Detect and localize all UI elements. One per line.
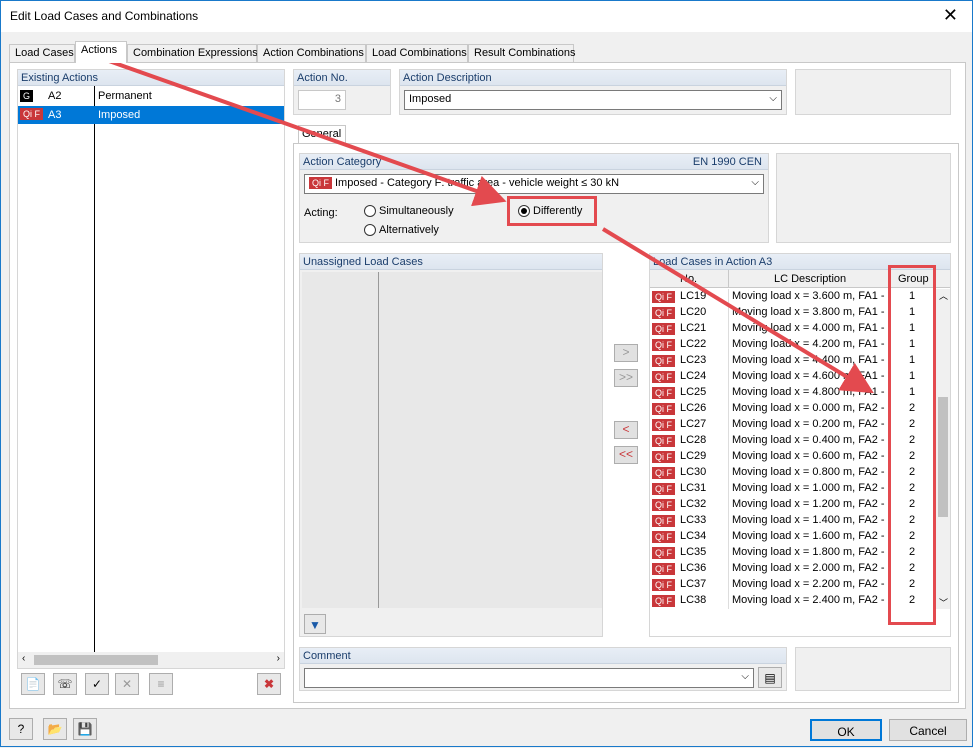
arrow-to-differently [108, 59, 507, 207]
annotation-arrows [108, 59, 874, 394]
arrow-to-group [601, 227, 874, 394]
dialog-window: Edit Load Cases and Combinations ✕ Load … [0, 0, 973, 747]
tab-actions[interactable]: Actions [75, 41, 127, 63]
